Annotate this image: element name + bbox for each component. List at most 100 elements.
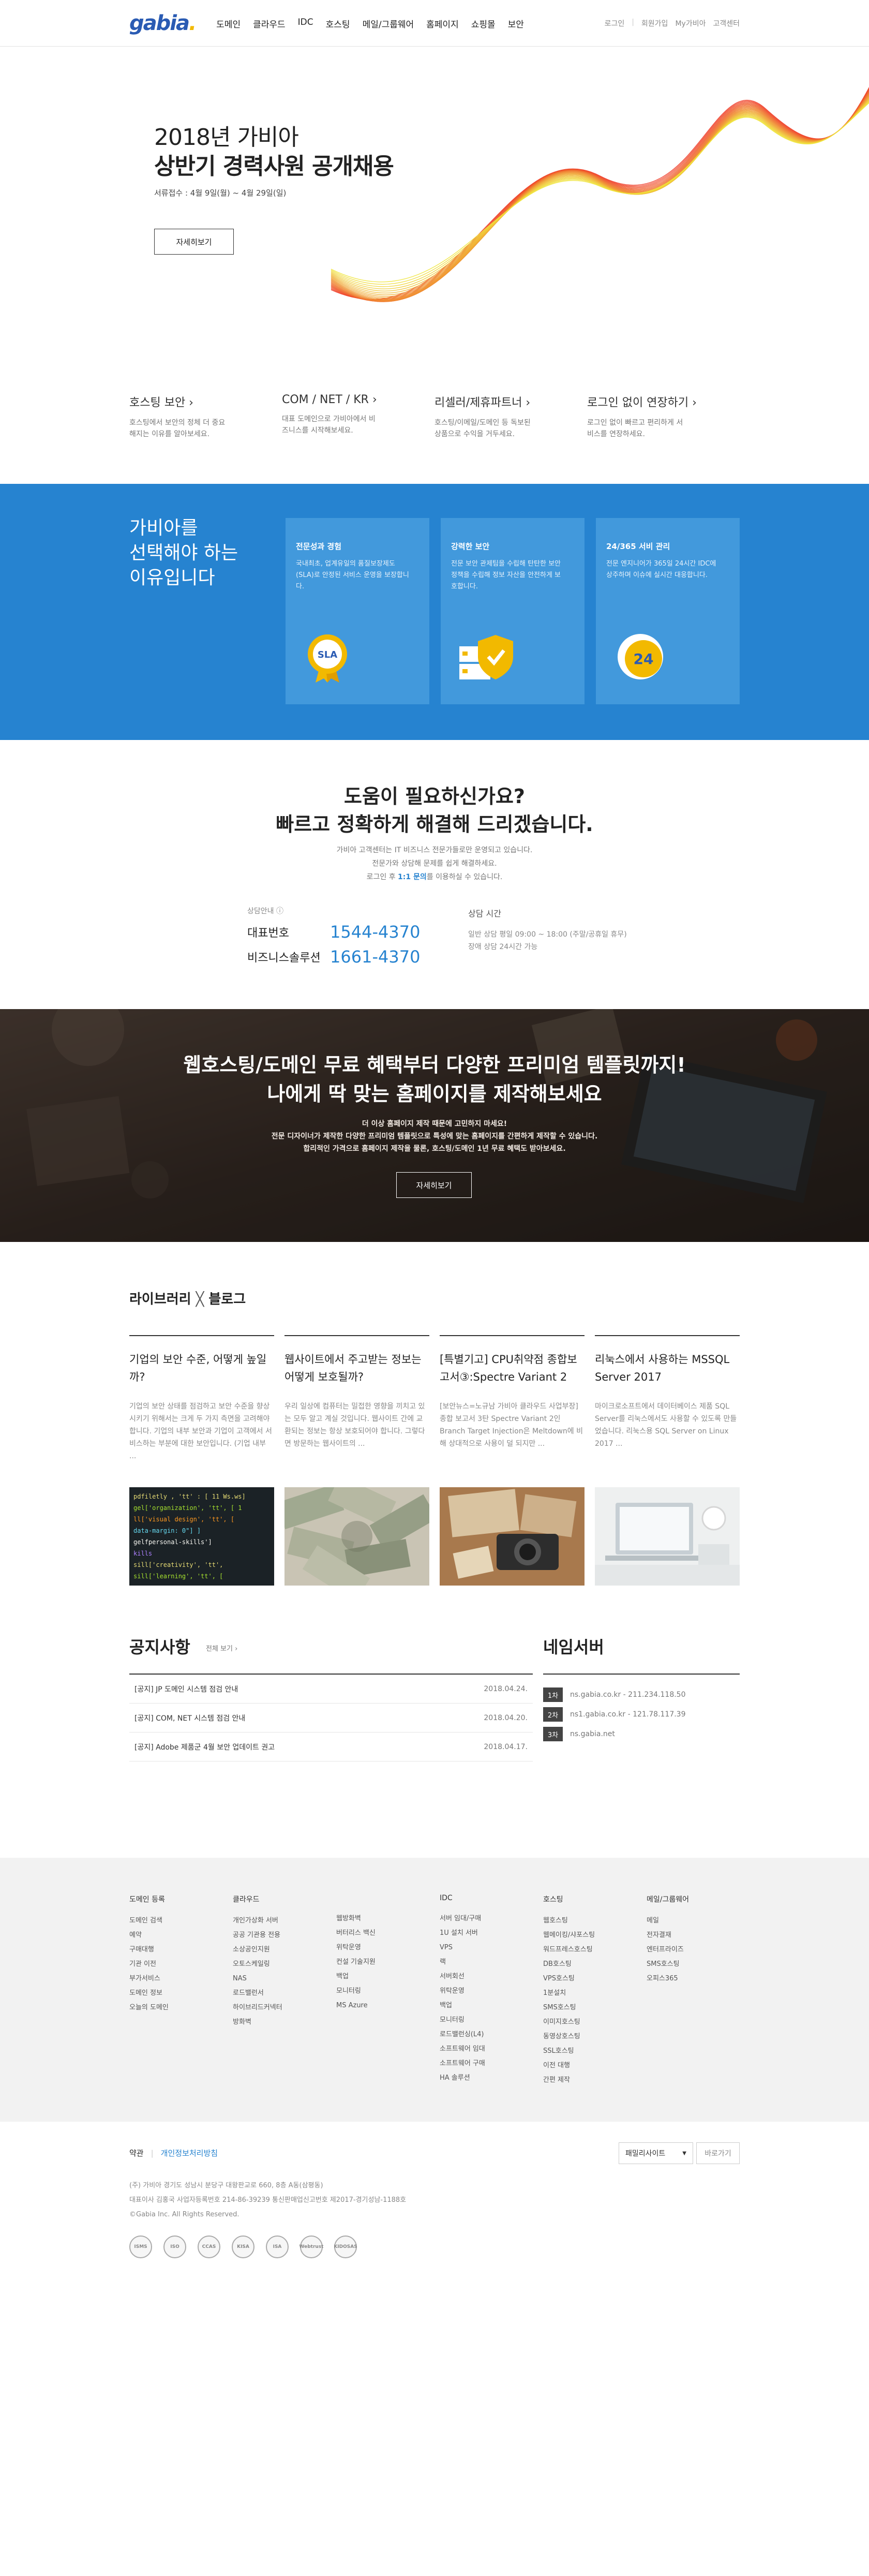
sitemap-link[interactable]: SMS호스팅: [543, 2001, 595, 2015]
my-gabia-link[interactable]: My가비아: [675, 18, 706, 28]
sitemap-link[interactable]: 하이브리드커넥터: [233, 2001, 282, 2015]
sitemap-link[interactable]: 도메인 정보: [129, 1986, 169, 2001]
nav-homepage[interactable]: 홈페이지: [426, 17, 459, 30]
sitemap-link[interactable]: 이미지호스팅: [543, 2015, 595, 2030]
sitemap-link[interactable]: MS Azure: [336, 1998, 376, 2013]
sitemap-link[interactable]: 간편 제작: [543, 2073, 595, 2088]
signup-link[interactable]: 회원가입: [641, 18, 668, 28]
sitemap-link[interactable]: 동영상호스팅: [543, 2030, 595, 2044]
notice-view-all-link[interactable]: 전체 보기 ›: [206, 1643, 237, 1653]
sitemap-link[interactable]: 예약: [129, 1928, 169, 1943]
gabia-logo[interactable]: gabia.: [129, 11, 197, 35]
quick-link-domain[interactable]: COM / NET / KR › 대표 도메인으로 가비아에서 비즈니스를 시작해…: [282, 393, 435, 440]
sitemap-link[interactable]: NAS: [233, 1972, 282, 1986]
sitemap-link[interactable]: 로드밸런싱(L4): [440, 2027, 485, 2042]
blog-post[interactable]: 기업의 보안 수준, 어떻게 높일까? 기업의 보안 상태를 점검하고 보안 수…: [129, 1335, 274, 1586]
sitemap-link[interactable]: 도메인 검색: [129, 1914, 169, 1928]
sitemap-heading[interactable]: 도메인 등록: [129, 1894, 169, 1904]
sitemap-column: 도메인 등록도메인 검색 예약 구매대행 기관 이전 부가서비스 도메인 정보 오늘의 도메…: [129, 1894, 169, 2015]
sitemap-link[interactable]: SMS호스팅: [647, 1957, 689, 1972]
sitemap-heading[interactable]: IDC: [440, 1894, 485, 1902]
login-link[interactable]: 로그인: [605, 18, 625, 28]
sitemap-link[interactable]: 오피스365: [647, 1972, 689, 1986]
family-site-go-button[interactable]: 바로가기: [696, 2142, 740, 2164]
blog-post[interactable]: 웹사이트에서 주고받는 정보는 어떻게 보호될까? 우리 일상에 컴퓨터는 밀접…: [284, 1335, 429, 1586]
sitemap-link[interactable]: 소상공인지원: [233, 1943, 282, 1957]
family-site-select[interactable]: 패밀리사이트 ▼: [619, 2142, 693, 2164]
sitemap-link[interactable]: 구매대행: [129, 1943, 169, 1957]
sitemap-heading[interactable]: 메일/그룹웨어: [647, 1894, 689, 1904]
sitemap-link[interactable]: VPS: [440, 1941, 485, 1955]
one-to-one-link[interactable]: 1:1 문의: [398, 873, 427, 881]
post-thumbnail-camera: [440, 1487, 585, 1586]
support-link[interactable]: 고객센터: [713, 18, 740, 28]
notice-item[interactable]: [공지] Adobe 제품군 4월 보안 업데이트 권고 2018.04.17.: [129, 1733, 533, 1761]
sitemap-column: IDC 서버 임대/구매 1U 설치 서버 VPS 랙 서버회선 위탁운영 백업 모니터링 로드밸…: [440, 1894, 485, 2085]
sitemap-link[interactable]: 방화벽: [233, 2015, 282, 2030]
sitemap-link[interactable]: 백업: [336, 1970, 376, 1984]
sitemap-link[interactable]: 위탁운영: [336, 1941, 376, 1955]
sitemap-link[interactable]: 1U 설치 서버: [440, 1926, 485, 1941]
sitemap-link[interactable]: HA 솔루션: [440, 2071, 485, 2085]
sitemap-link[interactable]: 웹방화벽: [336, 1912, 376, 1926]
quick-link-hosting-security[interactable]: 호스팅 보안 › 호스팅에서 보안의 정체 더 중요해지는 이유를 알아보세요.: [129, 393, 282, 440]
svg-text:gelfpersonal-skills']: gelfpersonal-skills']: [133, 1538, 212, 1546]
sitemap-link[interactable]: 전자결재: [647, 1928, 689, 1943]
quick-link-reseller[interactable]: 리셀러/제휴파트너 › 호스팅/이메일/도메인 등 독보된 상품으로 수익을 거두…: [435, 393, 587, 440]
sitemap-link[interactable]: 웹메이킹/샤포스팅: [543, 1928, 595, 1943]
sitemap-link[interactable]: 메일: [647, 1914, 689, 1928]
terms-link[interactable]: 약관: [129, 2148, 144, 2158]
sitemap-link[interactable]: 소프트웨어 임대: [440, 2042, 485, 2056]
nav-security[interactable]: 보안: [508, 17, 524, 30]
sitemap-link[interactable]: 랙: [440, 1955, 485, 1970]
sitemap-heading[interactable]: 클라우드: [233, 1894, 282, 1904]
notice-item[interactable]: [공지] COM, NET 시스템 점검 안내 2018.04.20.: [129, 1704, 533, 1733]
privacy-link[interactable]: 개인정보처리방침: [161, 2148, 218, 2158]
blog-post[interactable]: [특별기고] CPU취약점 종합보고서③:Spectre Variant 2 […: [440, 1335, 585, 1586]
sitemap-heading[interactable]: 호스팅: [543, 1894, 595, 1904]
nav-cloud[interactable]: 클라우드: [253, 17, 286, 30]
sitemap-link[interactable]: 개인가상화 서버: [233, 1914, 282, 1928]
service-hours: 상담 시간 일반 상담 평일 09:00 ~ 18:00 (주말/공휴일 휴무)…: [468, 909, 627, 951]
sitemap-link[interactable]: 모니터링: [336, 1984, 376, 1998]
sitemap-link[interactable]: 워드프레스호스팅: [543, 1943, 595, 1957]
nameserver-list: 1차 ns.gabia.co.kr - 211.234.118.50 2차 ns1.…: [543, 1674, 740, 1744]
sitemap-link[interactable]: 컨설 기술지원: [336, 1955, 376, 1970]
quick-link-renew[interactable]: 로그인 없이 연장하기 › 로그인 없이 빠르고 편리하게 서비스를 연장하세요.: [587, 393, 740, 440]
nav-hosting[interactable]: 호스팅: [326, 17, 350, 30]
sitemap-link[interactable]: VPS호스팅: [543, 1972, 595, 1986]
nav-mail[interactable]: 메일/그룹웨어: [363, 17, 414, 30]
sitemap-link[interactable]: 모니터링: [440, 2013, 485, 2027]
sitemap-heading[interactable]: [336, 1894, 376, 1902]
nav-shop[interactable]: 쇼핑몰: [471, 17, 496, 30]
hero-detail-button[interactable]: 자세히보기: [154, 229, 234, 255]
phone-number-business[interactable]: 1661-4370: [330, 947, 420, 967]
sitemap-link[interactable]: 버터리스 백신: [336, 1926, 376, 1941]
sitemap-link[interactable]: 소프트웨어 구매: [440, 2056, 485, 2071]
help-title: 도움이 필요하신가요? 빠르고 정확하게 해결해 드리겠습니다.: [276, 785, 593, 836]
hero-title: 2018년 가비아 상반기 경력사원 공개채용: [154, 124, 394, 180]
sitemap-link[interactable]: DB호스팅: [543, 1957, 595, 1972]
sitemap-link[interactable]: SSL호스팅: [543, 2044, 595, 2059]
band-detail-button[interactable]: 자세히보기: [396, 1172, 472, 1198]
sitemap-link[interactable]: 웹호스팅: [543, 1914, 595, 1928]
sitemap-link[interactable]: 위탁운영: [440, 1984, 485, 1998]
sitemap-link[interactable]: 서버회선: [440, 1970, 485, 1984]
band-title: 웹호스팅/도메인 무료 혜택부터 다양한 프리미엄 템플릿까지! 나에게 딱 맞는…: [183, 1054, 686, 1105]
sitemap-link[interactable]: 1분설치: [543, 1986, 595, 2001]
sitemap-link[interactable]: 기관 이전: [129, 1957, 169, 1972]
phone-number-main[interactable]: 1544-4370: [330, 922, 420, 942]
nav-idc[interactable]: IDC: [298, 17, 313, 30]
sitemap-link[interactable]: 오토스케일링: [233, 1957, 282, 1972]
sitemap-link[interactable]: 오늘의 도메인: [129, 2001, 169, 2015]
notice-item[interactable]: [공지] JP 도메인 시스템 점검 안내 2018.04.24.: [129, 1675, 533, 1704]
sitemap-link[interactable]: 백업: [440, 1998, 485, 2013]
blog-post[interactable]: 리눅스에서 사용하는 MSSQL Server 2017 마이크로소프트에서 데…: [595, 1335, 740, 1586]
sitemap-link[interactable]: 부가서비스: [129, 1972, 169, 1986]
nav-domain[interactable]: 도메인: [216, 17, 241, 30]
sitemap-link[interactable]: 서버 임대/구매: [440, 1912, 485, 1926]
sitemap-link[interactable]: 이전 대행: [543, 2059, 595, 2073]
sitemap-link[interactable]: 로드밸런서: [233, 1986, 282, 2001]
sitemap-link[interactable]: 엔터프라이즈: [647, 1943, 689, 1957]
sitemap-link[interactable]: 공공 기관용 전용: [233, 1928, 282, 1943]
